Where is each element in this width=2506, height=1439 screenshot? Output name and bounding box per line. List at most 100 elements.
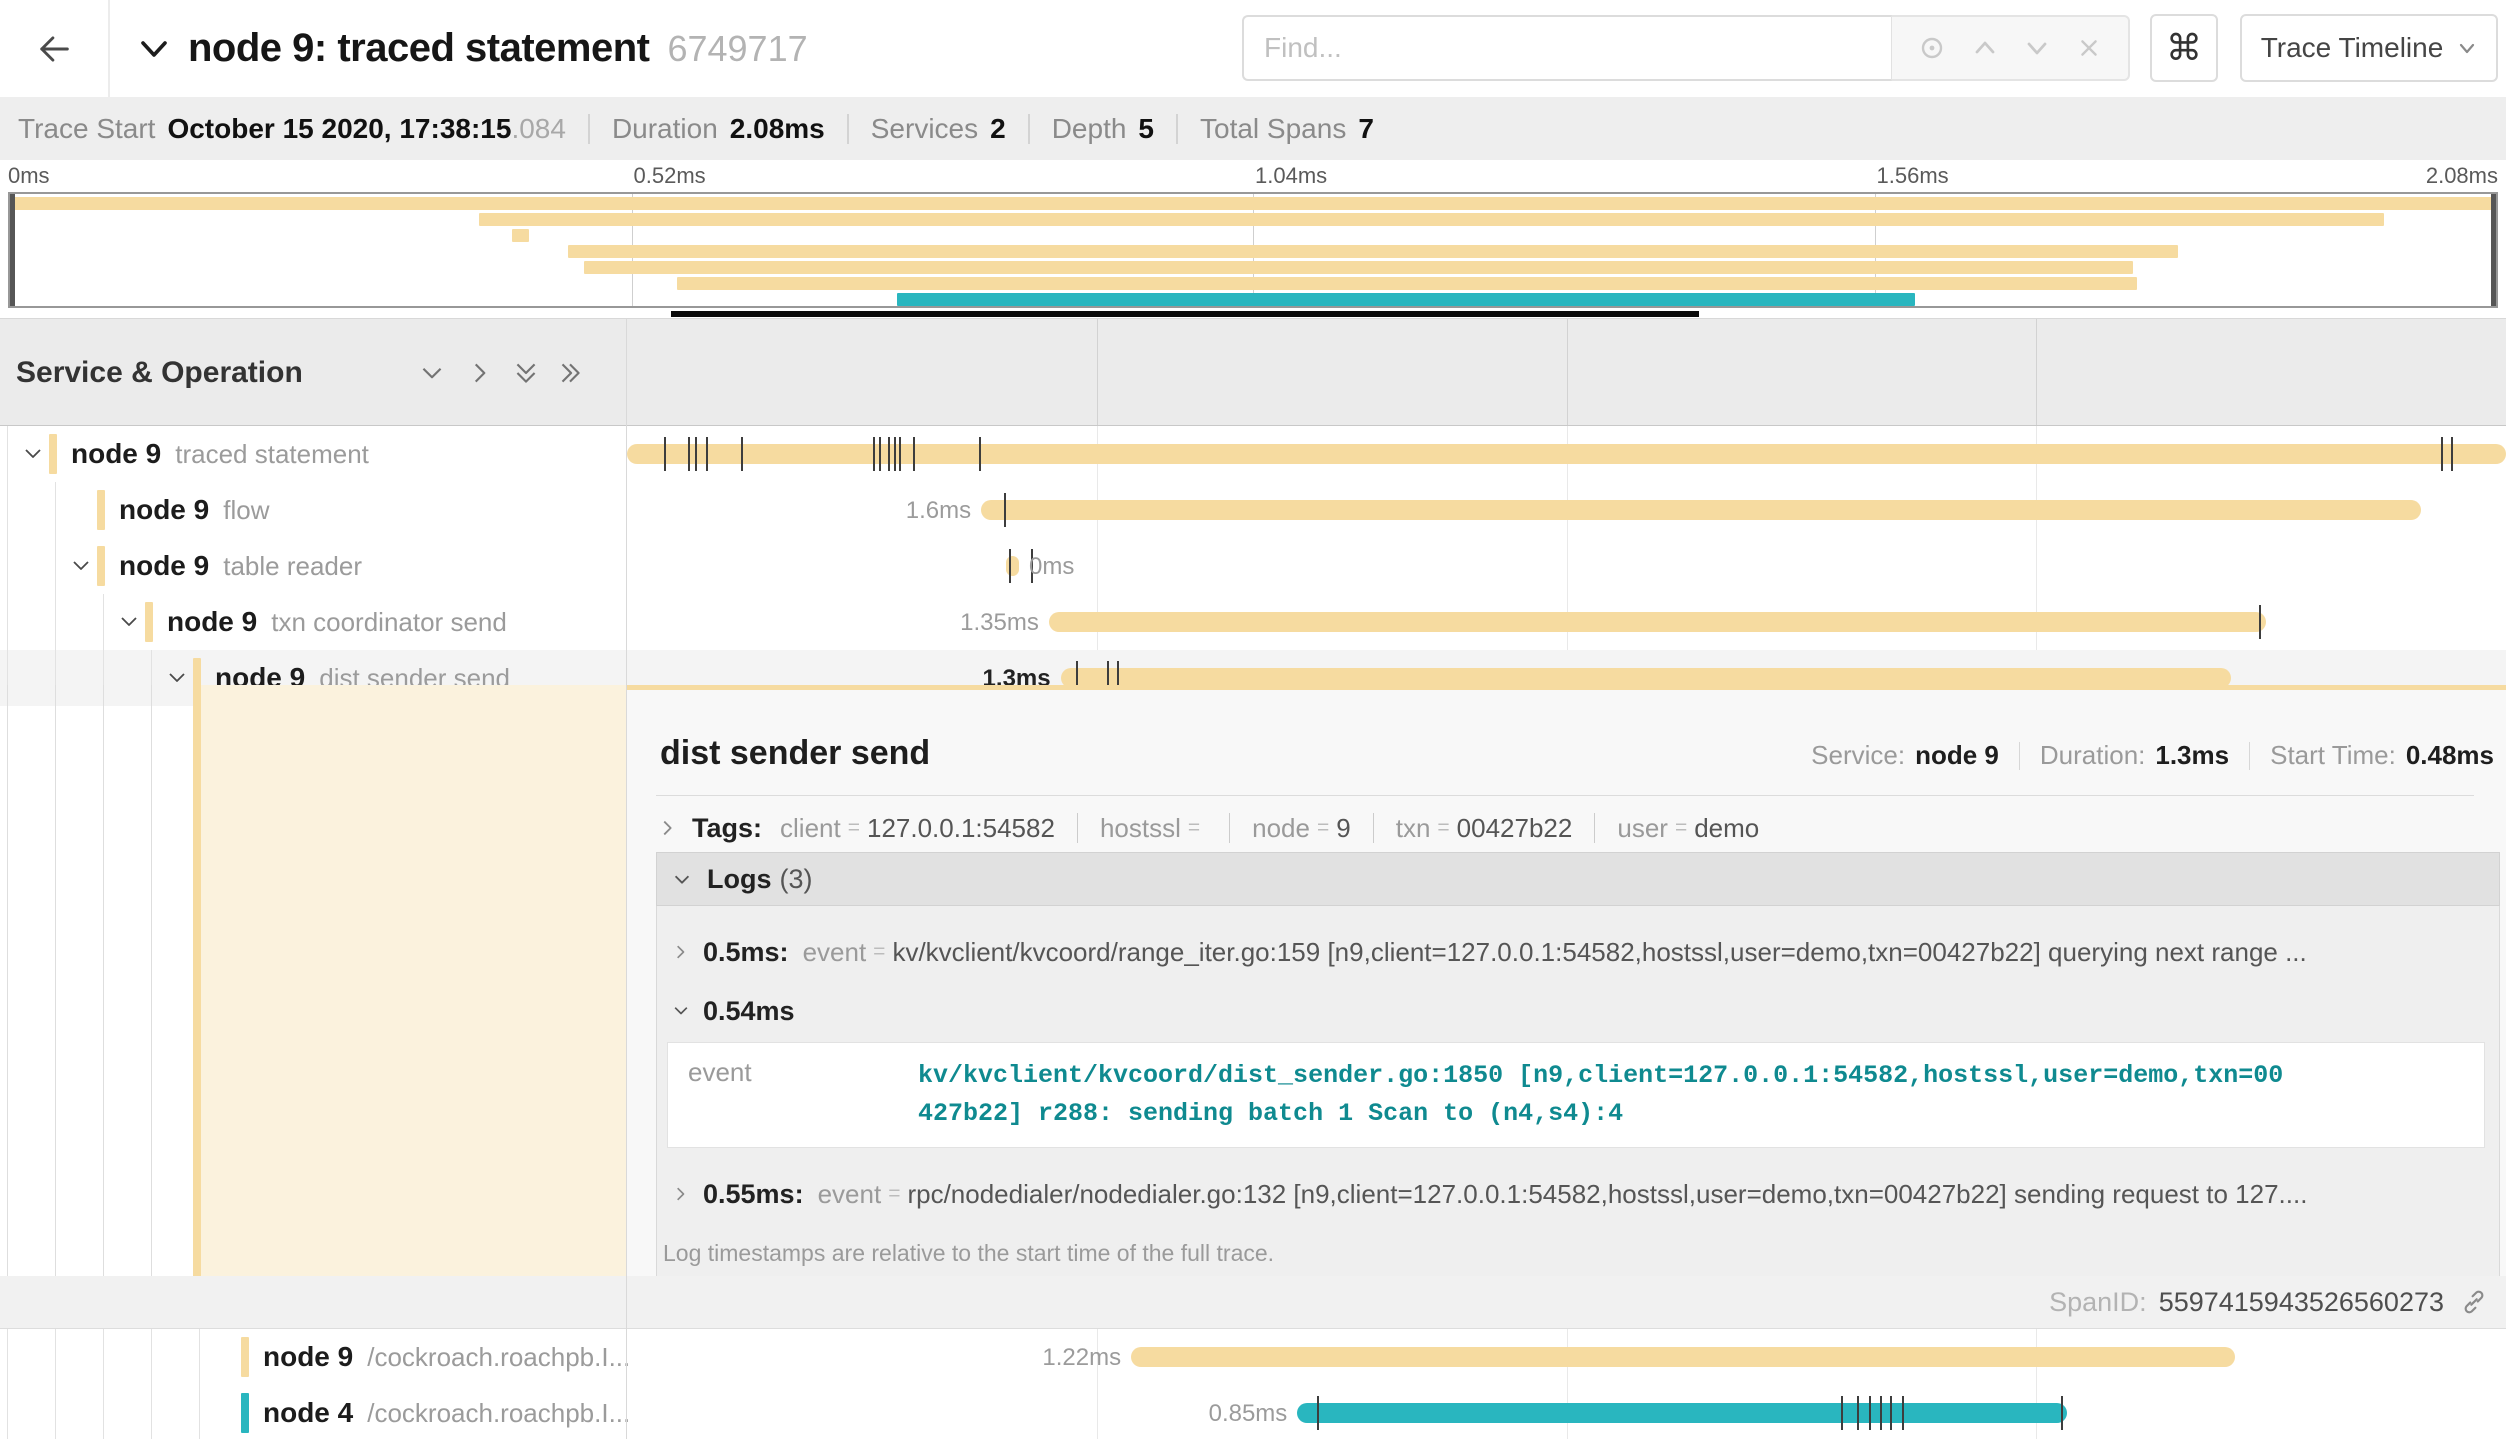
match-locate-icon[interactable] (1916, 32, 1948, 64)
tag-equals: = (848, 816, 860, 840)
keyboard-shortcuts-button[interactable]: ⌘ (2150, 14, 2218, 82)
span-duration-label: 1.35ms (960, 609, 1039, 637)
summary-value: 7 (1358, 113, 1374, 145)
span-row[interactable]: node 9table reader 0ms (0, 538, 2506, 594)
span-row[interactable]: node 9txn coordinator send 1.35ms (0, 594, 2506, 650)
collapse-one-level-button[interactable] (462, 355, 498, 391)
span-duration-bar[interactable] (981, 500, 2421, 520)
find-group (1242, 15, 2130, 81)
find-clear-icon[interactable] (2074, 33, 2104, 63)
log-entry-row[interactable]: 0.5ms:event=kv/kvclient/kvcoord/range_it… (657, 926, 2499, 978)
span-name[interactable]: node 9/cockroach.roachpb.I... (263, 1329, 630, 1385)
minimap-left-scrubber[interactable] (10, 194, 15, 306)
minimap-span-bar (512, 229, 529, 242)
tag-key: txn (1396, 813, 1431, 844)
log-marker-tick (1857, 1396, 1859, 1430)
chevron-down-icon[interactable] (21, 442, 45, 466)
double-chevron-right-icon (555, 358, 585, 388)
summary-separator (1028, 114, 1030, 144)
span-duration-bar[interactable] (1131, 1347, 2235, 1367)
minimap-viewport-indicator[interactable] (671, 311, 1699, 317)
span-duration-bar[interactable] (1049, 612, 2266, 632)
service-name: node 9 (263, 1341, 353, 1373)
tag-key: hostssl (1100, 813, 1181, 844)
view-options-button[interactable]: Trace Timeline (2240, 14, 2498, 82)
span-color-bar (145, 602, 153, 642)
expand-all-button[interactable] (508, 355, 544, 391)
span-duration-bar[interactable] (627, 444, 2506, 464)
tag-separator (1077, 813, 1078, 843)
indent-guide (7, 594, 8, 650)
span-duration-label: 0ms (1029, 553, 1074, 581)
find-prev-icon[interactable] (1969, 32, 2001, 64)
summary-separator (588, 114, 590, 144)
chevron-down-icon[interactable] (69, 554, 93, 578)
span-name[interactable]: node 9table reader (119, 538, 362, 594)
span-row[interactable]: node 4/cockroach.roachpb.I... 0.85ms (0, 1385, 2506, 1439)
tags-items: client=127.0.0.1:54582hostssl=node=9txn=… (780, 813, 1759, 844)
indent-guide (7, 1385, 8, 1439)
span-row[interactable]: node 9/cockroach.roachpb.I...1.22ms (0, 1329, 2506, 1385)
operation-name: flow (223, 495, 269, 526)
chevron-right-icon (465, 358, 495, 388)
log-timestamp: 0.54ms (703, 996, 795, 1027)
indent-guide (103, 1329, 104, 1385)
ruler-gridline (1567, 319, 1568, 425)
operation-name: table reader (223, 551, 362, 582)
logs-label: Logs (707, 864, 772, 895)
logs-footer-note: Log timestamps are relative to the start… (657, 1230, 2499, 1273)
log-entry-row[interactable]: 0.55ms:event=rpc/nodedialer/nodedialer.g… (657, 1168, 2499, 1220)
span-name[interactable]: node 9traced statement (71, 426, 369, 482)
indent-guide (55, 1385, 56, 1439)
find-next-icon[interactable] (2021, 32, 2053, 64)
chevron-right-icon (671, 942, 691, 962)
log-marker-tick (899, 437, 901, 471)
meta-separator (2019, 742, 2020, 770)
copy-link-icon[interactable] (2460, 1288, 2488, 1316)
collapse-all-button[interactable] (552, 355, 588, 391)
meta-label: Duration: (2040, 740, 2146, 771)
log-marker-tick (688, 437, 690, 471)
log-marker-tick (2441, 437, 2443, 471)
minimap-span-bar (677, 277, 2138, 290)
summary-label: Duration (612, 113, 718, 145)
minimap-axis-label: 1.04ms (1255, 163, 1327, 189)
meta-value: node 9 (1915, 740, 1999, 771)
meta-value: 0.48ms (2406, 740, 2494, 771)
expanded-span-accent-bar (193, 685, 201, 1276)
span-duration-bar[interactable] (1297, 1403, 2067, 1423)
minimap-canvas[interactable] (8, 192, 2498, 308)
span-duration-label: 0.85ms (1209, 1400, 1288, 1428)
log-marker-tick (979, 437, 981, 471)
span-color-bar (97, 546, 105, 586)
minimap-axis-label: 0.52ms (634, 163, 706, 189)
expand-one-level-button[interactable] (414, 355, 450, 391)
minimap-span-bar (10, 197, 2496, 210)
summary-value: 2.08ms (730, 113, 825, 145)
back-button[interactable] (0, 0, 110, 97)
span-name[interactable]: node 9flow (119, 482, 269, 538)
collapse-trace-chevron-icon[interactable] (138, 37, 170, 61)
logs-header[interactable]: Logs (3) (656, 852, 2500, 906)
span-name[interactable]: node 9txn coordinator send (167, 594, 507, 650)
log-equals: = (873, 940, 885, 964)
tags-accordion[interactable]: Tags: client=127.0.0.1:54582hostssl=node… (656, 802, 1759, 854)
span-row[interactable]: node 9flow1.6ms (0, 482, 2506, 538)
log-marker-tick (1841, 1396, 1843, 1430)
meta-value: 1.3ms (2155, 740, 2229, 771)
tag-separator (1373, 813, 1374, 843)
tag-key: node (1252, 813, 1310, 844)
chevron-down-icon[interactable] (165, 666, 189, 690)
span-color-bar (241, 1337, 249, 1377)
find-input[interactable] (1242, 15, 1892, 81)
operation-name: traced statement (175, 439, 369, 470)
minimap-right-scrubber[interactable] (2491, 194, 2496, 306)
indent-guide (7, 482, 8, 538)
back-arrow-icon (34, 29, 74, 69)
span-id-value: 5597415943526560273 (2159, 1287, 2444, 1318)
span-name[interactable]: node 4/cockroach.roachpb.I... (263, 1385, 630, 1439)
chevron-down-icon[interactable] (117, 610, 141, 634)
double-chevron-down-icon (511, 358, 541, 388)
log-entry-expanded-header[interactable]: 0.54ms (657, 988, 2499, 1034)
span-row[interactable]: node 9traced statement (0, 426, 2506, 482)
